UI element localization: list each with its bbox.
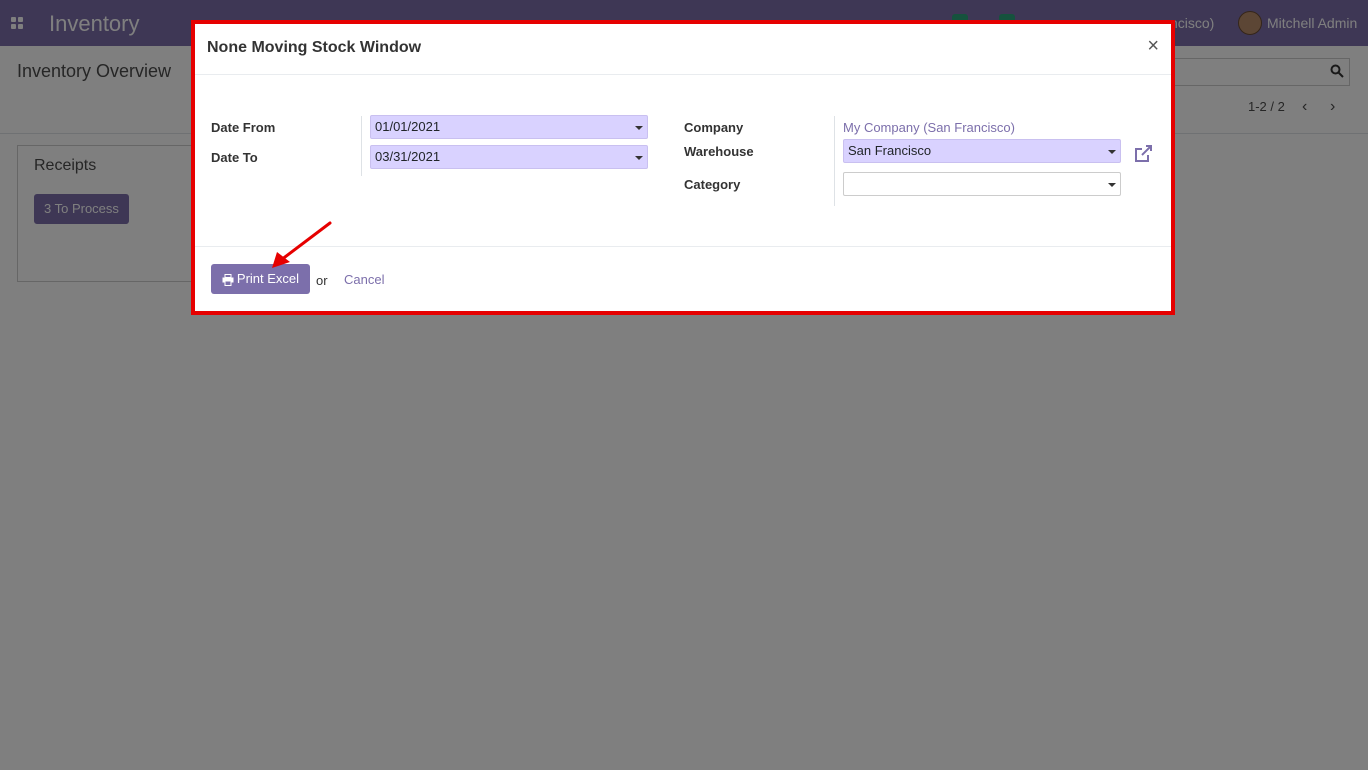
modal-footer: Print Excel or Cancel (195, 246, 1171, 316)
category-field[interactable] (843, 172, 1121, 196)
chevron-down-icon[interactable] (1108, 183, 1116, 187)
printer-icon (222, 273, 234, 286)
date-to-label: Date To (211, 150, 258, 165)
right-divider (834, 116, 835, 206)
company-link[interactable]: My Company (San Francisco) (843, 120, 1015, 135)
warehouse-value: San Francisco (848, 143, 932, 158)
chevron-down-icon[interactable] (1108, 150, 1116, 154)
date-from-value: 01/01/2021 (375, 119, 441, 134)
chevron-down-icon[interactable] (635, 126, 643, 130)
company-label: Company (684, 120, 744, 135)
date-to-value: 03/31/2021 (375, 149, 441, 164)
print-excel-button[interactable]: Print Excel (211, 264, 310, 294)
date-from-field[interactable]: 01/01/2021 (370, 115, 648, 139)
print-excel-label: Print Excel (236, 271, 300, 286)
left-divider (361, 116, 362, 176)
modal-header: None Moving Stock Window × (195, 24, 1171, 75)
date-from-label: Date From (211, 120, 276, 135)
date-to-field[interactable]: 03/31/2021 (370, 145, 648, 169)
warehouse-label: Warehouse (684, 144, 754, 159)
cancel-link[interactable]: Cancel (344, 272, 384, 287)
modal-title: None Moving Stock Window (207, 39, 422, 56)
category-label: Category (684, 177, 741, 192)
or-text: or (316, 273, 328, 288)
warehouse-field[interactable]: San Francisco (843, 139, 1121, 163)
wizard-dialog: None Moving Stock Window × Date From Dat… (191, 20, 1175, 315)
close-icon[interactable]: × (1147, 35, 1159, 58)
chevron-down-icon[interactable] (635, 156, 643, 160)
external-link-icon[interactable] (1132, 143, 1154, 165)
